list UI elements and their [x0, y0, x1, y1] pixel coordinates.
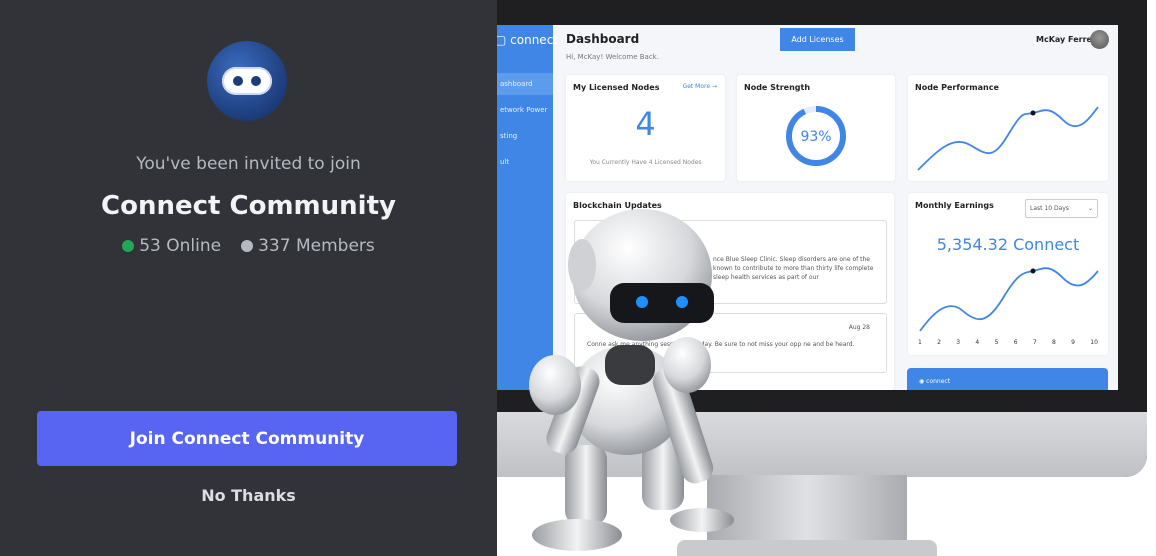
x-tick-label: 5 — [994, 339, 999, 346]
robot-right-hand — [670, 508, 734, 532]
x-tick-label: 9 — [1071, 339, 1075, 346]
online-count: 53 Online — [122, 236, 221, 256]
card-title: My Licensed Nodes — [573, 83, 660, 92]
robot-right-eye — [676, 296, 688, 308]
x-tick-label: 3 — [956, 339, 961, 346]
members-status-icon — [241, 240, 254, 252]
user-name: McKay Ferre — [1036, 35, 1092, 44]
sidebar-item-vault: ult — [500, 158, 510, 166]
performance-marker — [1030, 110, 1036, 116]
strength-percent: 93% — [800, 129, 831, 145]
invite-panel: You've been invited to join Connect Comm… — [0, 0, 497, 556]
user-avatar — [1090, 30, 1109, 49]
earnings-x-axis: 1 2 3 4 5 6 7 8 9 10 — [918, 339, 1098, 346]
robot-left-shoulder — [529, 355, 581, 415]
x-tick-label: 4 — [975, 339, 980, 346]
connect-logo-text: connect — [510, 33, 558, 47]
x-tick-label: 10 — [1090, 339, 1098, 346]
performance-chart — [917, 106, 1099, 171]
robot-right-shoulder — [663, 337, 711, 393]
robot-left-eye — [636, 296, 648, 308]
promo-image: ▢ connect ashboard etwork Power sting ul… — [497, 0, 1156, 556]
online-status-icon — [122, 240, 135, 252]
node-performance-card: Node Performance — [908, 75, 1108, 181]
sidebar-item-hosting: sting — [500, 132, 518, 140]
dashboard-title: Dashboard — [566, 32, 640, 46]
footer-bar: ◉ connect — [907, 368, 1108, 390]
connect-logo: ▢ connect — [497, 33, 558, 47]
licensed-node-count: 4 — [635, 105, 656, 143]
node-strength-card: Node Strength 93% — [737, 75, 895, 181]
performance-line — [917, 106, 1099, 171]
no-thanks-button[interactable]: No Thanks — [0, 486, 497, 505]
join-server-button[interactable]: Join Connect Community — [37, 411, 457, 466]
online-count-label: 53 Online — [139, 236, 222, 256]
robot-left-leg — [565, 445, 607, 525]
sidebar-item-network: etwork Power — [500, 106, 548, 114]
robot-icon — [222, 67, 272, 95]
monthly-earnings-card: Monthly Earnings Last 10 Days ⌄ 5,354.32… — [908, 193, 1108, 355]
strength-ring: 93% — [786, 106, 846, 166]
licensed-node-caption: You Currently Have 4 Licensed Nodes — [589, 159, 702, 166]
earnings-line — [919, 267, 1099, 332]
x-tick-label: 1 — [918, 339, 922, 346]
add-licenses-button: Add Licenses — [780, 28, 855, 51]
x-tick-label: 7 — [1032, 339, 1037, 346]
robot-ear — [568, 239, 596, 291]
member-count: 337 Members — [241, 236, 375, 256]
invite-screen: You've been invited to join Connect Comm… — [0, 0, 1156, 556]
robot-neck — [605, 345, 655, 385]
footer-logo-text: connect — [926, 378, 951, 385]
licensed-nodes-card: My Licensed Nodes Get More → 4 You Curre… — [566, 75, 725, 181]
arrow-right-icon: → — [711, 83, 717, 90]
x-tick-label: 6 — [1013, 339, 1018, 346]
earnings-marker — [1030, 268, 1036, 274]
x-tick-label: 2 — [937, 339, 941, 346]
member-count-label: 337 Members — [258, 236, 375, 256]
update-date: Aug 28 — [848, 324, 870, 331]
sidebar-item-dashboard: ashboard — [497, 73, 553, 95]
dashboard-subtitle: Hi, McKay! Welcome Back. — [566, 53, 659, 61]
server-stats: 53 Online 337 Members — [0, 236, 497, 256]
robot-illustration — [529, 209, 734, 551]
robot-visor — [610, 283, 714, 323]
invite-label: You've been invited to join — [136, 154, 361, 174]
get-more-link: Get More → — [683, 83, 717, 90]
get-more-label: Get More — [682, 83, 711, 90]
x-tick-label: 8 — [1051, 339, 1056, 346]
robot-left-foot — [532, 519, 622, 551]
server-name: Connect Community — [101, 191, 396, 221]
earnings-chart — [919, 267, 1099, 332]
server-avatar — [207, 41, 287, 121]
